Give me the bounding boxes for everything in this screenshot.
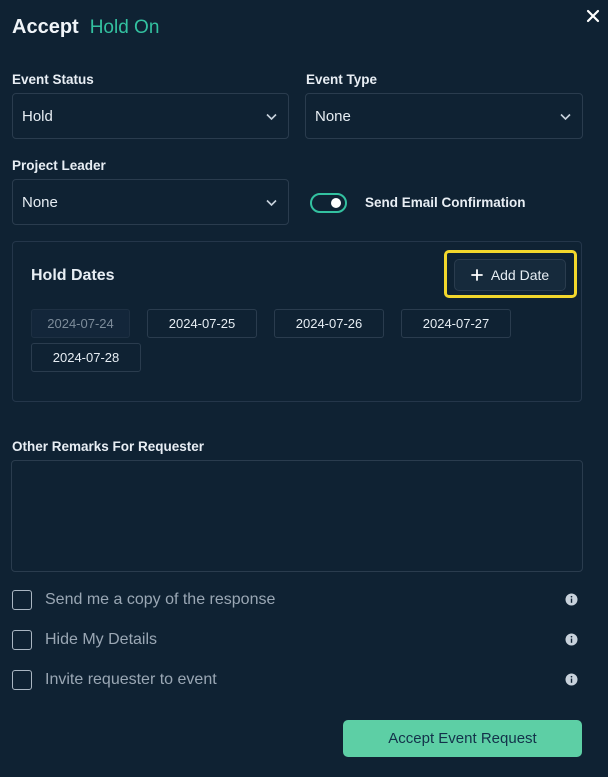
toggle-knob bbox=[331, 198, 341, 208]
add-date-label: Add Date bbox=[490, 267, 550, 283]
project-leader-value: None bbox=[22, 193, 58, 211]
project-leader-label: Project Leader bbox=[12, 158, 106, 173]
option-hide-details: Hide My Details bbox=[12, 630, 578, 652]
info-icon[interactable] bbox=[565, 593, 578, 606]
hide-details-checkbox[interactable] bbox=[12, 630, 32, 650]
date-chip[interactable]: 2024-07-27 bbox=[401, 309, 511, 338]
info-icon[interactable] bbox=[565, 673, 578, 686]
plus-icon bbox=[470, 269, 483, 281]
event-status-value: Hold bbox=[22, 107, 53, 125]
event-status-label: Event Status bbox=[12, 72, 94, 87]
send-copy-label: Send me a copy of the response bbox=[45, 591, 276, 608]
event-type-label: Event Type bbox=[306, 72, 378, 87]
dialog-title: Accept Hold On bbox=[12, 16, 159, 39]
email-confirmation-label: Send Email Confirmation bbox=[365, 195, 526, 210]
option-invite-requester: Invite requester to event bbox=[12, 670, 578, 692]
remarks-textarea[interactable] bbox=[11, 460, 583, 572]
invite-requester-checkbox[interactable] bbox=[12, 670, 32, 690]
add-date-button[interactable]: Add Date bbox=[454, 259, 566, 291]
chevron-down-icon bbox=[266, 113, 277, 120]
email-confirmation-toggle[interactable] bbox=[310, 193, 347, 213]
hide-details-label: Hide My Details bbox=[45, 631, 158, 648]
title-status: Hold On bbox=[89, 17, 160, 38]
date-chip[interactable]: 2024-07-25 bbox=[147, 309, 257, 338]
event-type-value: None bbox=[315, 107, 351, 125]
hold-dates-title: Hold Dates bbox=[31, 267, 115, 284]
option-send-copy: Send me a copy of the response bbox=[12, 590, 578, 612]
close-icon[interactable] bbox=[586, 9, 600, 23]
hold-dates-panel: Hold Dates Add Date 2024-07-24 2024-07-2… bbox=[12, 241, 582, 402]
title-text: Accept bbox=[12, 16, 79, 38]
date-chip[interactable]: 2024-07-26 bbox=[274, 309, 384, 338]
chevron-down-icon bbox=[266, 199, 277, 206]
accept-event-request-button[interactable]: Accept Event Request bbox=[343, 720, 582, 757]
event-type-select[interactable]: None bbox=[305, 93, 583, 139]
send-copy-checkbox[interactable] bbox=[12, 590, 32, 610]
info-icon[interactable] bbox=[565, 633, 578, 646]
chevron-down-icon bbox=[560, 113, 571, 120]
project-leader-select[interactable]: None bbox=[12, 179, 289, 225]
invite-requester-label: Invite requester to event bbox=[45, 671, 217, 688]
date-chip[interactable]: 2024-07-24 bbox=[31, 309, 130, 338]
event-status-select[interactable]: Hold bbox=[12, 93, 289, 139]
date-chip[interactable]: 2024-07-28 bbox=[31, 343, 141, 372]
remarks-label: Other Remarks For Requester bbox=[12, 439, 205, 454]
